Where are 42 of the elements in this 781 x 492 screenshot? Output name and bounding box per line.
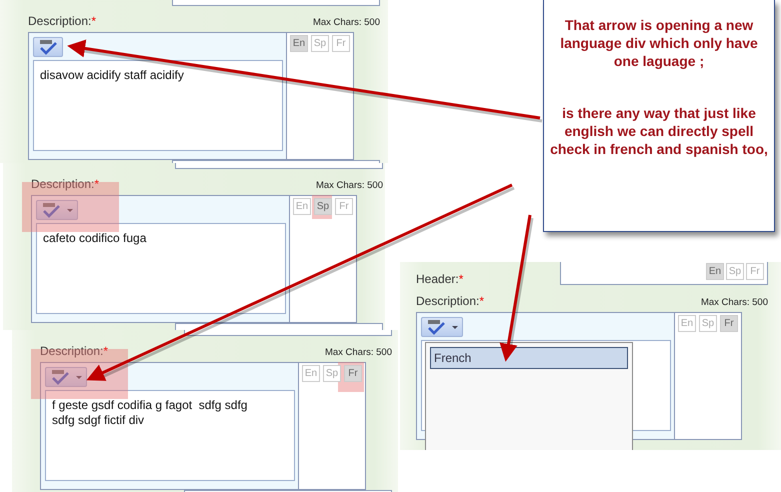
language-button[interactable]: En: [293, 198, 311, 215]
callout-text: is there any way that just like english we can directly spell check in french and spanish too,: [550, 104, 768, 158]
language-button[interactable]: Fr: [344, 365, 362, 382]
field-label: Header:*: [416, 272, 464, 286]
language-button[interactable]: Fr: [332, 35, 350, 52]
field-label: Description:*: [31, 177, 100, 191]
field-label: Description:*: [28, 14, 96, 28]
caret-icon: [76, 376, 82, 378]
text-area[interactable]: f geste gsdf codifia g fagot sdfg sdfg sdfg sdgf fictif div: [45, 390, 295, 481]
field-label: Description:*: [416, 294, 484, 308]
caret-icon: [452, 326, 458, 328]
menu-item[interactable]: French: [430, 347, 628, 369]
spellcheck-icon: [38, 39, 58, 55]
language-button[interactable]: Sp: [311, 35, 329, 52]
header-input[interactable]: En Sp Fr: [560, 262, 768, 285]
spellcheck-icon: [50, 369, 70, 385]
language-button[interactable]: En: [678, 315, 696, 332]
spellcheck-icon: [426, 319, 446, 335]
language-button[interactable]: Sp: [726, 263, 744, 280]
max-chars: Max Chars: 500: [312, 17, 380, 28]
language-button[interactable]: En: [302, 365, 320, 382]
language-button[interactable]: Sp: [314, 198, 332, 215]
language-button[interactable]: Fr: [746, 263, 764, 280]
language-button[interactable]: Fr: [335, 198, 353, 215]
max-chars: Max Chars: 500: [316, 180, 383, 191]
spellcheck-button[interactable]: [33, 37, 63, 57]
language-button[interactable]: En: [706, 263, 724, 280]
callout-text: That arrow is opening a new language div which only have one laguage ;: [559, 16, 759, 70]
spellcheck-button[interactable]: [36, 200, 78, 220]
text-area[interactable]: cafeto codifico fuga: [36, 223, 286, 314]
language-button[interactable]: En: [290, 35, 308, 52]
spellcheck-button[interactable]: [45, 367, 87, 387]
caret-icon: [67, 208, 73, 212]
text-area[interactable]: disavow acidify staff acidify: [33, 60, 283, 151]
language-button[interactable]: Sp: [699, 315, 717, 332]
language-button[interactable]: Sp: [323, 365, 341, 382]
max-chars: Max Chars: 500: [324, 347, 392, 358]
spellcheck-button[interactable]: [421, 317, 463, 337]
language-button[interactable]: Fr: [720, 315, 738, 332]
field-label: Description:*: [40, 344, 108, 358]
spellcheck-icon: [41, 202, 61, 218]
max-chars: Max Chars: 500: [700, 297, 768, 308]
